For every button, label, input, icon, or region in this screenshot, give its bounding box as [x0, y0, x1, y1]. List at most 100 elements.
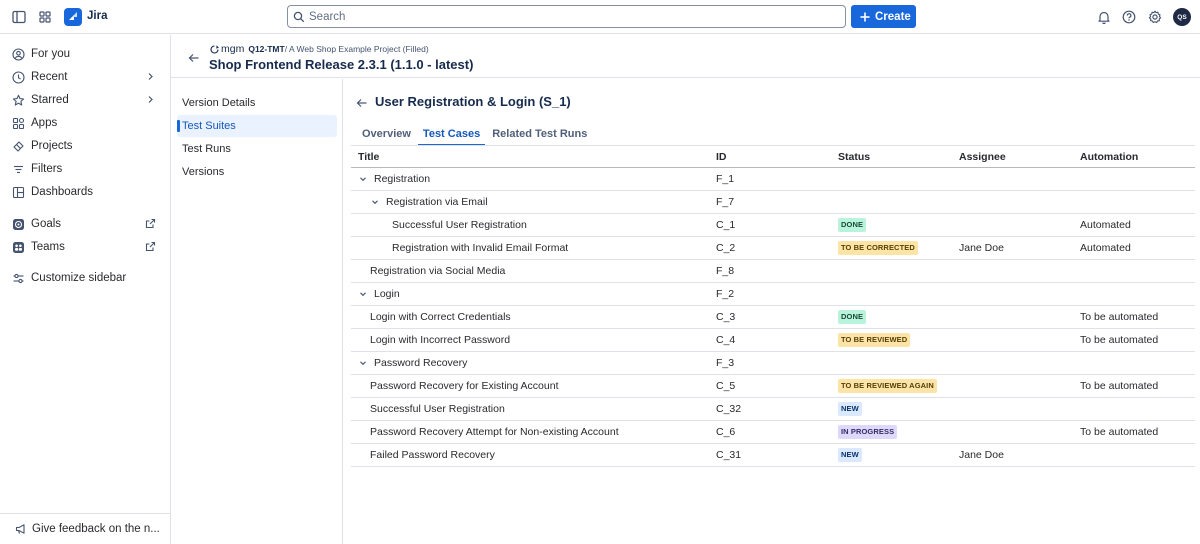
chevron-right-icon[interactable]: [145, 71, 156, 82]
row-title[interactable]: Password Recovery Attempt for Non-existi…: [370, 426, 619, 438]
row-title-cell: Password Recovery Attempt for Non-existi…: [358, 421, 713, 443]
row-id: C_5: [716, 380, 736, 392]
app-name[interactable]: Jira: [87, 10, 107, 22]
table-row[interactable]: Registration via Email F_7: [351, 191, 1195, 214]
row-title[interactable]: Password Recovery for Existing Account: [370, 380, 559, 392]
sidebar-item-label: For you: [31, 48, 70, 60]
chevron-down-icon[interactable]: [358, 358, 368, 368]
sidebar-item-label: Goals: [31, 218, 62, 230]
table-row[interactable]: Registration via Social Media F_8: [351, 260, 1195, 283]
notifications-bell-icon[interactable]: [1096, 9, 1112, 25]
table-row[interactable]: Password Recovery Attempt for Non-existi…: [351, 421, 1195, 444]
page-header: mgm Q12-TMT / A Web Shop Example Project…: [171, 35, 1200, 78]
star-icon: [12, 94, 25, 107]
row-automation: [1080, 352, 1195, 374]
row-title[interactable]: Login: [374, 288, 400, 300]
subnav-item-test-runs[interactable]: Test Runs: [177, 138, 337, 160]
row-automation: To be automated: [1080, 334, 1159, 346]
sidebar-item-goals[interactable]: Goals: [0, 213, 170, 235]
tab-test-cases[interactable]: Test Cases: [417, 123, 486, 146]
column-header-id[interactable]: ID: [716, 146, 834, 168]
sidebar-item-for-you[interactable]: For you: [0, 43, 170, 65]
help-icon[interactable]: [1121, 9, 1137, 25]
table-row[interactable]: Login with Correct Credentials C_3 DONE To …: [351, 306, 1195, 329]
projects-icon: [12, 140, 25, 153]
table-row[interactable]: Successful User Registration C_1 DONE Autom…: [351, 214, 1195, 237]
sidebar-item-starred[interactable]: Starred: [0, 89, 170, 111]
app-tag[interactable]: mgm: [221, 43, 244, 55]
row-automation: Automated: [1080, 219, 1131, 231]
chevron-down-icon[interactable]: [358, 289, 368, 299]
row-id: F_7: [716, 196, 735, 208]
table-row[interactable]: Password Recovery for Existing Account C_…: [351, 375, 1195, 398]
search-input[interactable]: [309, 9, 829, 24]
row-title[interactable]: Registration via Email: [386, 196, 488, 208]
table-row[interactable]: Registration F_1: [351, 168, 1195, 191]
subnav-item-test-suites[interactable]: Test Suites: [177, 115, 337, 137]
external-link-icon[interactable]: [145, 241, 156, 252]
row-automation: [1080, 398, 1195, 420]
row-title[interactable]: Login with Correct Credentials: [370, 311, 511, 323]
row-assignee: [959, 283, 1077, 305]
back-arrow-icon[interactable]: [188, 52, 200, 64]
table-row[interactable]: Successful User Registration C_32 NEW: [351, 398, 1195, 421]
tab-related-test-runs[interactable]: Related Test Runs: [487, 123, 592, 145]
table-row[interactable]: Password Recovery F_3: [351, 352, 1195, 375]
sidebar-item-label: Dashboards: [31, 186, 94, 198]
column-header-title[interactable]: Title: [358, 146, 713, 168]
table-row[interactable]: Registration with Invalid Email Format C_…: [351, 237, 1195, 260]
row-title-cell: Login: [358, 283, 713, 305]
chevron-down-icon[interactable]: [358, 174, 368, 184]
row-status-cell: [838, 168, 956, 190]
table-header-row: Title ID Status Assignee Automation: [351, 145, 1195, 168]
row-status-cell: TO BE CORRECTED: [838, 237, 956, 259]
sidebar-item-label: Starred: [31, 94, 69, 106]
give-feedback-button[interactable]: Give feedback on the n...: [0, 513, 170, 543]
table-row[interactable]: Failed Password Recovery C_31 NEW Jane Doe: [351, 444, 1195, 467]
row-id: C_32: [716, 403, 742, 415]
row-title[interactable]: Successful User Registration: [392, 219, 527, 231]
row-title[interactable]: Registration via Social Media: [370, 265, 505, 277]
row-title[interactable]: Password Recovery: [374, 357, 467, 369]
chevron-down-icon[interactable]: [370, 197, 380, 207]
tab-overview[interactable]: Overview: [357, 123, 416, 145]
project-key[interactable]: Q12-TMT: [248, 44, 284, 54]
user-avatar[interactable]: QS: [1173, 8, 1191, 26]
row-id: F_3: [716, 357, 735, 369]
column-header-automation[interactable]: Automation: [1080, 146, 1195, 168]
dashboard-icon: [12, 186, 25, 199]
external-link-icon[interactable]: [145, 218, 156, 229]
row-status-cell: [838, 191, 956, 213]
subnav-item-version-details[interactable]: Version Details: [177, 92, 337, 114]
row-title[interactable]: Login with Incorrect Password: [370, 334, 510, 346]
row-title-cell: Password Recovery: [358, 352, 713, 374]
row-title[interactable]: Failed Password Recovery: [370, 449, 495, 461]
subnav-item-versions[interactable]: Versions: [177, 161, 337, 183]
settings-gear-icon[interactable]: [1147, 9, 1163, 25]
table-row[interactable]: Login with Incorrect Password C_4 TO BE RE…: [351, 329, 1195, 352]
chevron-right-icon[interactable]: [145, 94, 156, 105]
jira-logo-icon[interactable]: [64, 8, 82, 26]
sidebar-toggle-icon[interactable]: [11, 9, 27, 25]
back-arrow-icon[interactable]: [356, 97, 368, 109]
app-switcher-icon[interactable]: [37, 9, 53, 25]
sidebar-item-teams[interactable]: Teams: [0, 236, 170, 258]
column-header-assignee[interactable]: Assignee: [959, 146, 1077, 168]
sidebar-item-filters[interactable]: Filters: [0, 158, 170, 180]
column-header-status[interactable]: Status: [838, 146, 956, 168]
search-box[interactable]: [287, 5, 846, 28]
status-badge: DONE: [838, 310, 867, 324]
sidebar-item-customize[interactable]: Customize sidebar: [0, 267, 170, 289]
row-title[interactable]: Registration: [374, 173, 430, 185]
project-path[interactable]: / A Web Shop Example Project (Filled): [285, 44, 429, 54]
table-row[interactable]: Login F_2: [351, 283, 1195, 306]
sidebar-item-dashboards[interactable]: Dashboards: [0, 181, 170, 203]
sidebar-item-apps[interactable]: Apps: [0, 112, 170, 134]
sidebar-item-projects[interactable]: Projects: [0, 135, 170, 157]
row-automation: To be automated: [1080, 380, 1159, 392]
create-button[interactable]: Create: [851, 5, 916, 28]
row-title[interactable]: Successful User Registration: [370, 403, 505, 415]
sidebar-item-recent[interactable]: Recent: [0, 66, 170, 88]
row-title[interactable]: Registration with Invalid Email Format: [392, 242, 568, 254]
sidebar-item-label: Projects: [31, 140, 73, 152]
